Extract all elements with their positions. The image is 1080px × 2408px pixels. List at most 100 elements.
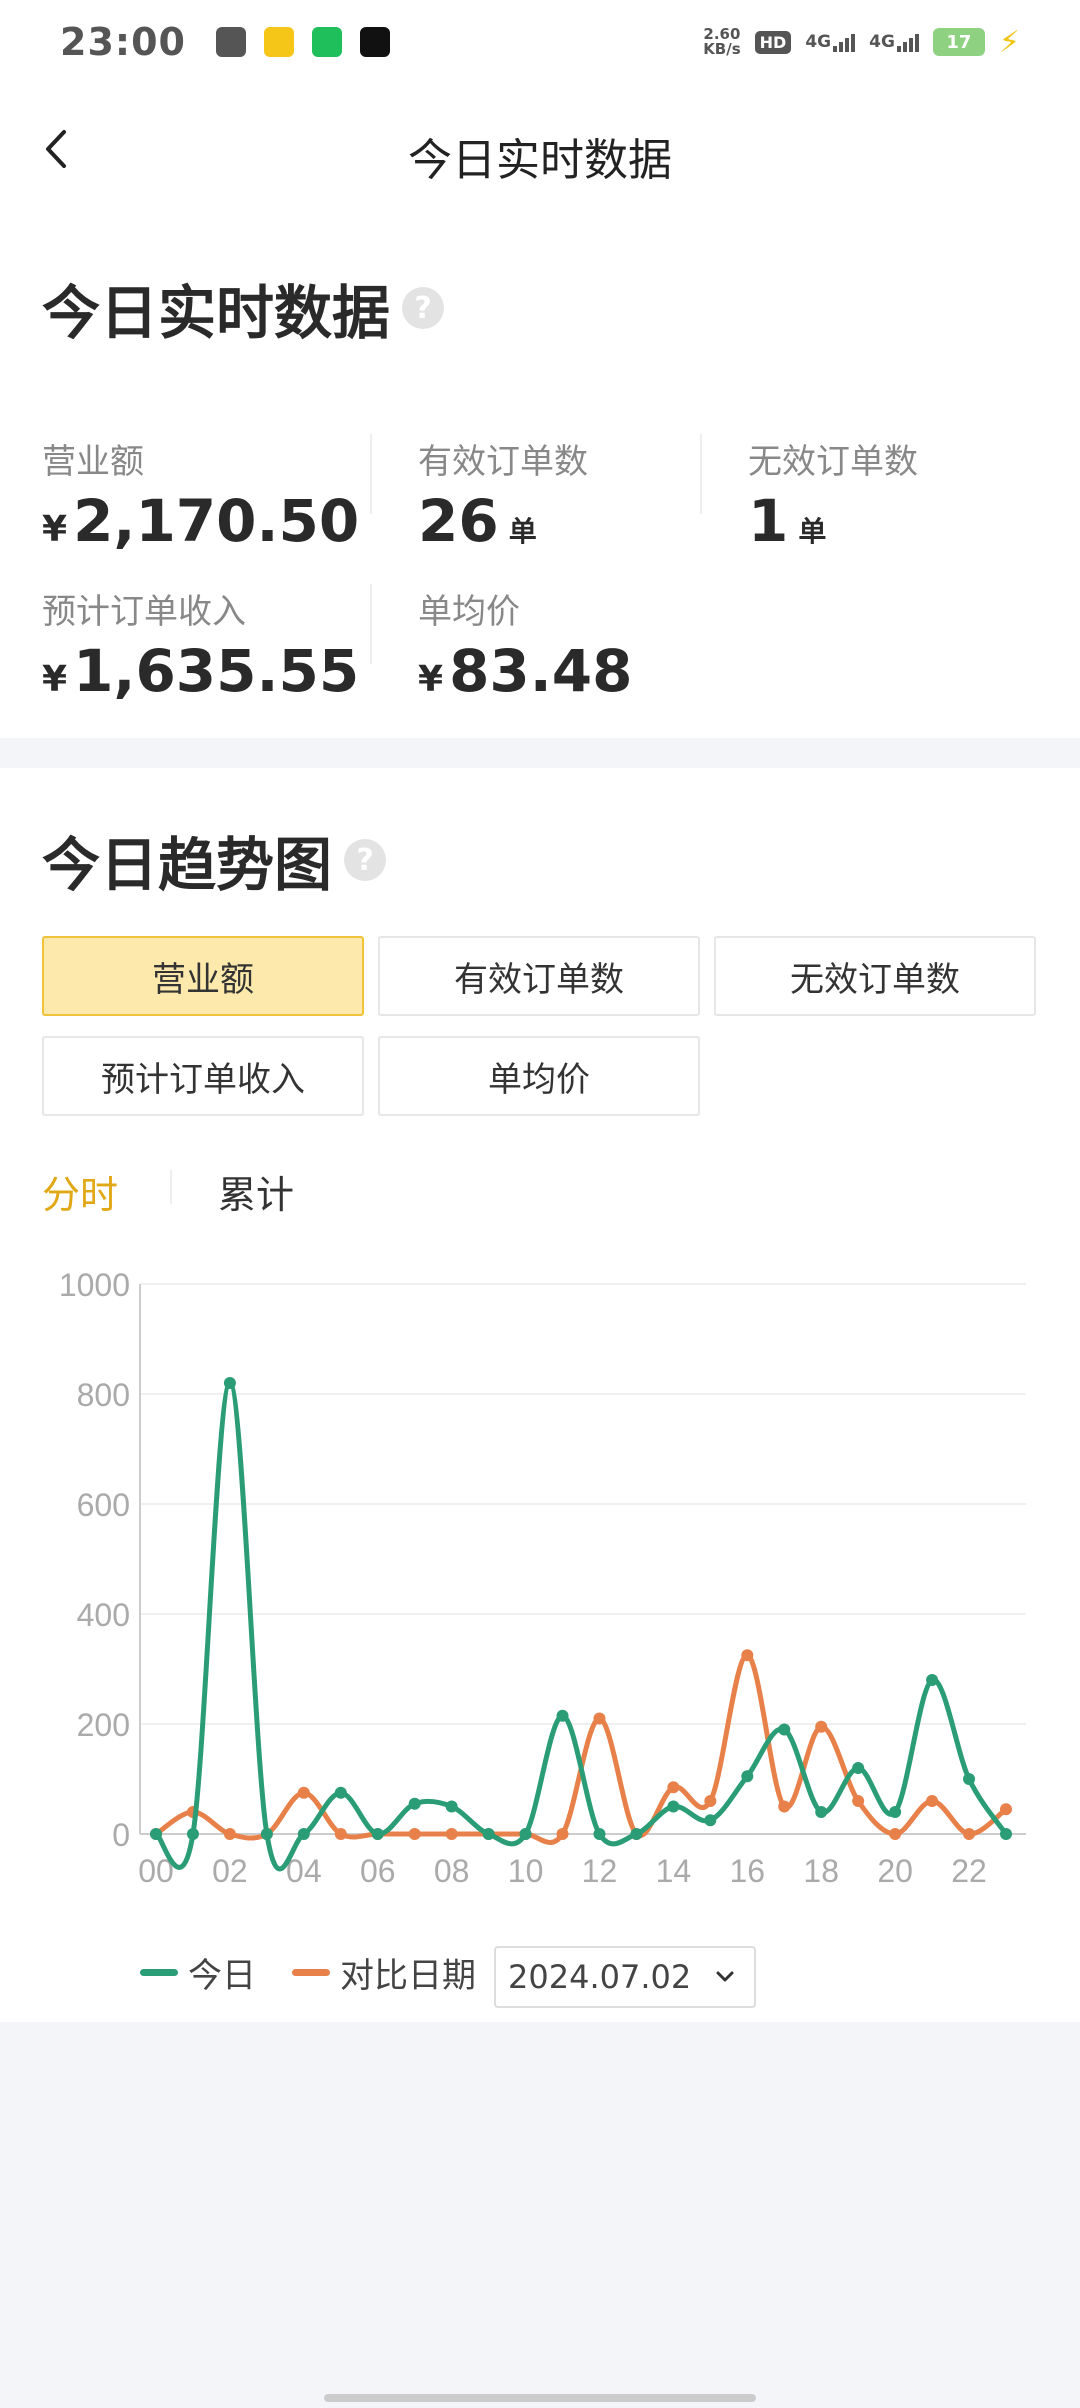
sim1-label: 4G [805, 32, 832, 52]
charging-icon: ⚡ [998, 24, 1020, 60]
metric-label: 预计订单收入 [42, 592, 246, 632]
series-today-point [556, 1709, 569, 1722]
series-today-point [482, 1828, 495, 1840]
metric-valid-orders[interactable]: 有效订单数 26 单 [418, 434, 588, 555]
series-today-point [519, 1828, 532, 1840]
series-today-point [150, 1828, 162, 1840]
x-tick-label: 16 [730, 1853, 766, 1889]
metric-label: 营业额 [42, 442, 144, 482]
y-tick-label: 1000 [59, 1267, 130, 1303]
series-compare-point [963, 1828, 976, 1840]
hd-icon: HD [754, 30, 792, 54]
trend-card: 今日趋势图 ? 营业额 有效订单数 无效订单数 预计订单收入 单均价 分时 累计… [0, 768, 1080, 2022]
series-today-point [852, 1762, 865, 1774]
x-tick-label: 12 [582, 1853, 618, 1889]
series-compare-point [741, 1649, 754, 1662]
avg-price-value: 83.48 [449, 637, 633, 705]
series-compare-point [556, 1828, 569, 1840]
series-today-point [815, 1806, 828, 1818]
metric-label: 有效订单数 [418, 442, 588, 482]
app-header: 今日实时数据 [0, 84, 1080, 218]
series-today-point [667, 1800, 680, 1813]
series-today-line [154, 1380, 1009, 1872]
x-tick-label: 22 [951, 1853, 987, 1889]
compare-date-value: 2024.07.02 [508, 1958, 692, 1996]
expected-income-value: 1,635.55 [73, 637, 360, 705]
metric-value: ¥ 2,170.50 [42, 487, 359, 555]
signal-icon-sim2: 4G [869, 32, 919, 52]
y-tick-label: 0 [112, 1817, 130, 1853]
battery-icon: 17 [932, 28, 985, 56]
currency-symbol: ¥ [42, 509, 68, 550]
series-today-point [1000, 1828, 1012, 1840]
series-compare-point [889, 1828, 902, 1840]
x-tick-label: 20 [877, 1853, 913, 1889]
legend-swatch-compare [292, 1969, 330, 1976]
notification-icons [215, 27, 390, 57]
y-tick-label: 200 [77, 1707, 130, 1743]
series-compare-point [297, 1786, 310, 1799]
series-compare-point [223, 1828, 236, 1840]
help-icon[interactable]: ? [402, 287, 445, 329]
metric-avg-price[interactable]: 单均价 ¥ 83.48 [418, 584, 633, 705]
series-today-point [704, 1814, 717, 1827]
x-tick-label: 18 [803, 1853, 839, 1889]
chevron-down-icon [716, 1971, 734, 1982]
metric-revenue[interactable]: 营业额 ¥ 2,170.50 [42, 434, 359, 555]
green-app-icon [311, 27, 342, 57]
x-tick-label: 10 [508, 1853, 544, 1889]
scissors-app-icon [215, 27, 246, 57]
x-tick-label: 08 [434, 1853, 470, 1889]
series-compare-point [408, 1828, 421, 1840]
valid-orders-value: 26 [418, 487, 499, 555]
currency-symbol: ¥ [42, 659, 68, 700]
y-tick-label: 600 [77, 1487, 130, 1523]
x-tick-label: 14 [656, 1853, 692, 1889]
series-today-point [741, 1770, 754, 1783]
invalid-orders-value: 1 [748, 487, 789, 555]
legend-today: 今日 [140, 1948, 256, 1997]
legend-today-label: 今日 [188, 1956, 256, 1996]
series-compare-point [445, 1828, 458, 1840]
unit-label: 单 [508, 515, 537, 548]
metric-invalid-orders[interactable]: 无效订单数 1 单 [748, 434, 918, 555]
metric-value: ¥ 83.48 [418, 637, 633, 705]
series-today-point [334, 1786, 347, 1799]
trend-chart: 0200400600800100000 02 04 06 08 10 12 14 16 18 20 2… [59, 1267, 1026, 1889]
unit-label: 单 [798, 515, 827, 548]
currency-symbol: ¥ [418, 659, 444, 700]
metric-expected-income[interactable]: 预计订单收入 ¥ 1,635.55 [42, 584, 359, 705]
compare-date-select[interactable]: 2024.07.02 [494, 1946, 756, 2008]
series-today-point [889, 1806, 902, 1818]
metric-label: 单均价 [418, 592, 520, 632]
series-today-point [778, 1723, 791, 1736]
series-compare-point [593, 1712, 606, 1725]
metric-label: 无效订单数 [748, 442, 918, 482]
series-compare-point [1000, 1803, 1012, 1816]
series-today-point [926, 1674, 939, 1686]
sim2-label: 4G [869, 32, 895, 52]
home-indicator[interactable] [324, 2394, 756, 2402]
series-today-point [371, 1828, 384, 1840]
legend-compare-label: 对比日期 [340, 1956, 476, 1996]
x-tick-label: 06 [360, 1853, 396, 1889]
series-compare-line [154, 1652, 1008, 1845]
status-bar: 23:00 2.60 KB/s HD 4G 4G 17 ⚡ [0, 0, 1080, 84]
series-compare-point [667, 1781, 680, 1794]
divider [370, 584, 372, 664]
x-tick-label: 02 [212, 1853, 248, 1889]
revenue-value: 2,170.50 [73, 487, 360, 555]
overview-title-text: 今日实时数据 [42, 279, 391, 347]
series-compare-point [815, 1720, 828, 1733]
yellow-app-icon [263, 27, 294, 57]
metric-value: 1 单 [748, 487, 918, 555]
series-compare-point [926, 1795, 939, 1807]
series-today-point [630, 1828, 643, 1840]
signal-icon-sim1: 4G [805, 32, 856, 52]
speed-unit: KB/s [703, 40, 741, 58]
legend-swatch-today [140, 1969, 178, 1976]
metric-value: 26 单 [418, 487, 588, 555]
series-compare-point [704, 1795, 717, 1807]
series-today-point [445, 1800, 458, 1813]
tiktok-icon [359, 27, 390, 57]
